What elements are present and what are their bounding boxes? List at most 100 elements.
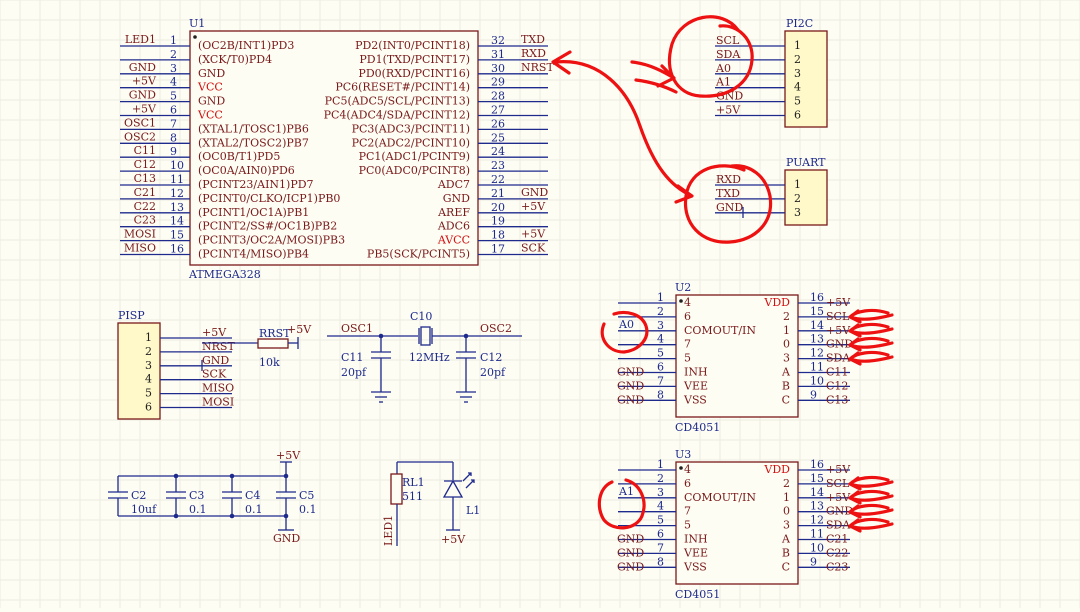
u1-left-net-label: LED1	[125, 33, 156, 46]
u1-right-pin-number: 18	[491, 229, 505, 242]
u1-left-net-label: MOSI	[124, 228, 156, 241]
pi2c-body	[784, 30, 828, 128]
mux_u3-right-net-label: +5V	[826, 463, 851, 476]
u1-left-pin-name: (XTAL2/TOSC2)PB7	[198, 136, 309, 149]
mux_u2-left-pin-number: 8	[657, 388, 664, 401]
u1-right-net-label: TXD	[521, 33, 545, 46]
u1-left-pin-name: GND	[198, 95, 225, 108]
mux_u3-left-net-label: GND	[617, 533, 644, 546]
u1-right-pin-name: ADC6	[437, 220, 470, 233]
mux_u2-left-net-label: GND	[617, 366, 644, 379]
pi2c-net-label: SCL	[716, 34, 740, 47]
mux_u3-right-net-label: C21	[826, 533, 848, 546]
u1-left-pin-number: 2	[170, 48, 177, 61]
mux_u2-right-net-label: C12	[826, 379, 848, 392]
pisp-header[interactable]: PISP 1 +5V2 NRST3 GND4 SCK5 MISO6 MOSI RRST 10…	[117, 309, 312, 420]
c11-junction	[378, 333, 384, 339]
mux_u2-left-pin-name: COMOUT/IN	[684, 324, 756, 337]
annotation-arrow-from-scl	[634, 78, 678, 94]
u1-right-pin-number: 22	[491, 173, 505, 186]
mux_u2-left-net-label: A0	[618, 318, 634, 331]
mux_u3-right-pin-number: 14	[810, 486, 824, 499]
mux_u2-right-net-label: +5V	[826, 296, 851, 309]
xtal-body	[420, 326, 431, 346]
mux_u2-left-pin-number: 5	[657, 347, 664, 360]
u3-cd4051[interactable]: U3 1 42 63 COMOUT/INA14 75 56 INHGND7 VEEGND8 VS…	[617, 448, 853, 601]
u1-right-pin-number: 23	[491, 159, 505, 172]
u1-left-net-label: C13	[134, 172, 156, 185]
rl1-resistor[interactable]	[390, 473, 403, 505]
pi2c-ref: PI2C	[786, 17, 813, 30]
pisp-net-label: SCK	[202, 368, 227, 381]
decoupling-caps[interactable]: +5V GND C210ufC30.1C40.1C50.1	[108, 449, 317, 545]
annotation-pin-arrow	[848, 489, 894, 505]
u1-right-pin-number: 27	[491, 104, 505, 117]
mux_u3-right-pin-name: VDD	[763, 463, 790, 476]
l1-net: +5V	[441, 533, 466, 546]
red-annotations	[551, 15, 894, 533]
mux_u2-left-pin-name: 5	[684, 352, 691, 365]
mux_u2-left-pin-number: 6	[657, 361, 664, 374]
u1-left-pin-name: (PCINT4/MISO)PB4	[198, 248, 309, 261]
u1-left-pin-name: (PCINT2/SS#/OC1B)PB2	[198, 220, 337, 233]
mux_u2-right-pin-number: 11	[810, 361, 824, 374]
u1-left-pin-number: 16	[170, 243, 184, 256]
mux_u2-right-pin-name: B	[782, 379, 790, 392]
pi2c-pin-number: 5	[794, 95, 801, 108]
mux_u2-right-pin-name: VDD	[763, 296, 790, 309]
pisp-ref: PISP	[118, 309, 145, 322]
u1-ref: U1	[189, 17, 205, 30]
annotation-arrow-rxd-to-uart	[554, 60, 694, 204]
u1-left-net-label: C22	[134, 200, 156, 213]
u1-right-pin-name: PC5(ADC5/SCL/PCINT13)	[325, 95, 470, 108]
decap-junction-top	[173, 473, 179, 479]
u1-left-pin-name: (PCINT3/OC2A/MOSI)PB3	[198, 234, 345, 247]
mux_u2-right-net-label: C11	[826, 366, 848, 379]
decap-junction-bottom	[283, 513, 289, 519]
mux_u3-right-net-label: +5V	[826, 491, 851, 504]
mux_u3-right-net-label: C23	[826, 560, 848, 573]
u1-left-pin-number: 1	[170, 34, 177, 47]
u2-cd4051[interactable]: U2 1 42 63 COMOUT/INA04 75 56 INHGND7 VEEGND8 VS…	[617, 281, 853, 434]
mux_u2-left-pin-name: 4	[684, 296, 691, 309]
mux_u2-right-pin-number: 15	[810, 305, 824, 318]
c12-junction	[463, 333, 469, 339]
pisp-body	[117, 322, 161, 420]
decap-value: 10uf	[131, 503, 157, 516]
pisp-pin-number: 4	[145, 373, 152, 386]
mux_u3-left-pin-number: 2	[657, 472, 664, 485]
mux_u2-left-pin-name: VSS	[683, 393, 707, 406]
u3-pin1-marker	[679, 466, 683, 470]
annotation-pin-arrow	[848, 350, 894, 366]
u1-right-pin-name: PC2(ADC2/PCINT10)	[352, 136, 470, 149]
crystal-circuit[interactable]: OSC1 OSC2 C10 12MHz C11 20pf C12 20pf	[327, 310, 522, 403]
pisp-pin-number: 2	[145, 345, 152, 358]
u1-right-net-label: SCK	[521, 242, 546, 255]
u1-right-pin-name: AVCC	[437, 234, 470, 247]
u1-atmega328[interactable]: U1 1 (OC2B/INT1)PD3 2 (XCK/T0)PD4 3 GND 4 VCC 5 G…	[120, 17, 554, 281]
xtal-ref: C10	[410, 310, 432, 323]
puart-body	[784, 169, 828, 226]
mux_u2-left-pin-number: 3	[657, 319, 664, 332]
pisp-net-label: MISO	[202, 382, 234, 395]
u1-left-pin-number: 13	[170, 201, 184, 214]
mux_u3-right-pin-name: A	[781, 533, 791, 546]
pi2c-header[interactable]: PI2C 1SCL2SDA3A04A15GND6+5V	[715, 17, 828, 128]
mux_u3-right-pin-name: C	[782, 560, 790, 573]
rl1-value: 511	[402, 490, 423, 503]
mux_u3-right-pin-name: 3	[783, 519, 790, 532]
mux_u2-right-pin-name: 3	[783, 352, 790, 365]
u2-pin1-marker	[679, 299, 683, 303]
mux_u2-left-pin-number: 7	[657, 374, 664, 387]
u1-left-net-label: C21	[134, 186, 156, 199]
decap-ref: C4	[245, 489, 260, 502]
osc2-net: OSC2	[480, 322, 512, 335]
mux_u2-right-pin-name: 0	[783, 338, 790, 351]
led-circuit[interactable]: RL1 511 LED1 L1 +5V	[382, 461, 480, 546]
mux_u2-right-pin-name: 1	[783, 324, 790, 337]
rrst-resistor[interactable]	[257, 338, 289, 349]
u1-right-pin-number: 30	[491, 62, 505, 75]
l1-led-symbol[interactable]	[442, 479, 464, 498]
u1-right-pin-number: 24	[491, 145, 505, 158]
u1-left-pin-name: (PCINT1/OC1A)PB1	[198, 206, 309, 219]
